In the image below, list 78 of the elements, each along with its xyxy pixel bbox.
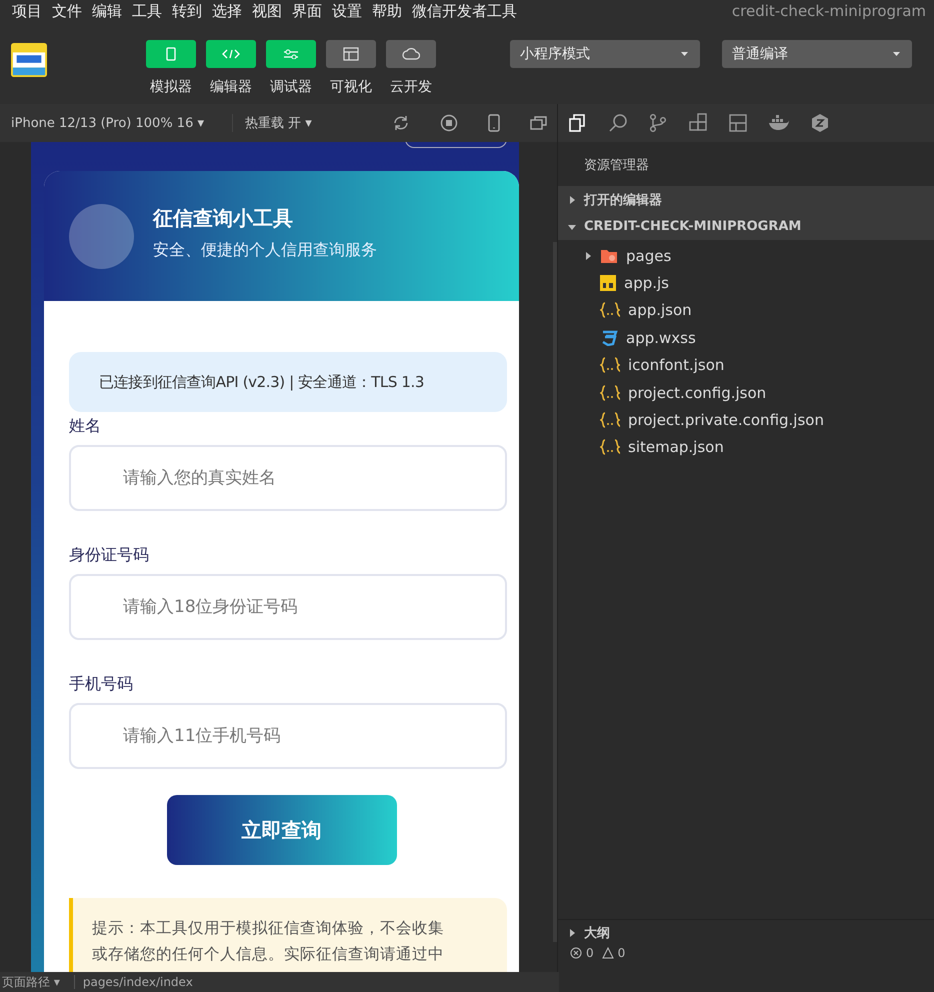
toolbar-label: 可视化: [330, 78, 372, 96]
caret-icon: [893, 52, 900, 56]
phone-icon[interactable]: [488, 114, 500, 132]
field-label: 姓名: [69, 416, 102, 437]
blocks-icon[interactable]: [688, 113, 708, 133]
file-item[interactable]: pages: [558, 242, 934, 270]
menu-item[interactable]: 编辑: [92, 2, 122, 20]
file-item[interactable]: project.private.config.json: [558, 406, 934, 434]
window-title: credit-check-miniprogram: [732, 2, 926, 20]
app-logo-icon: [11, 42, 47, 78]
toolbar-label: 云开发: [390, 78, 432, 96]
menu-item[interactable]: 微信开发者工具: [412, 2, 517, 20]
braces-icon: [600, 439, 620, 456]
braces-icon: [600, 412, 620, 428]
device-selector[interactable]: iPhone 12/13 (Pro) 100% 16 ▾: [11, 116, 204, 130]
error-count: 0: [586, 946, 594, 960]
menu-item[interactable]: 帮助: [372, 2, 402, 20]
whale-icon[interactable]: [768, 114, 790, 132]
input-field[interactable]: 请输入11位手机号码: [69, 703, 507, 769]
storage-icon[interactable]: [728, 113, 748, 133]
app-title: 征信查询小工具: [153, 205, 294, 232]
page-path-selector[interactable]: 页面路径 ▾: [2, 974, 60, 990]
section-header[interactable]: 大纲: [558, 919, 934, 946]
menu-item[interactable]: 转到: [172, 2, 202, 20]
braces-icon: [600, 302, 620, 318]
branch-icon[interactable]: [648, 113, 668, 133]
warning-count: 0: [618, 946, 626, 960]
braces-icon: [600, 384, 620, 401]
layout-icon: [343, 47, 359, 61]
error-icon: [570, 947, 582, 959]
file-item[interactable]: app.json: [558, 296, 934, 324]
submit-button[interactable]: 立即查询: [166, 795, 396, 865]
file-item[interactable]: app.wxss: [558, 324, 934, 352]
toolbar-button[interactable]: [326, 40, 376, 68]
section-header[interactable]: 打开的编辑器: [558, 186, 934, 213]
input-field[interactable]: 请输入18位身份证号码: [69, 574, 507, 640]
file-item[interactable]: project.config.json: [558, 378, 934, 406]
braces-icon: [600, 357, 620, 374]
css-file-icon: [600, 330, 618, 346]
field-label: 手机号码: [69, 674, 134, 695]
warning-icon: [602, 947, 614, 959]
folder-icon: [600, 248, 618, 264]
toolbar-label: 模拟器: [150, 78, 192, 96]
menu-item[interactable]: 选择: [212, 2, 242, 20]
js-file-icon: [600, 275, 616, 292]
connection-status: 已连接到征信查询API (v2.3) | 安全通道：TLS 1.3: [69, 352, 507, 412]
windows-icon[interactable]: [530, 115, 548, 131]
field-label: 身份证号码: [69, 545, 150, 566]
file-item[interactable]: sitemap.json: [558, 434, 934, 462]
menu-item[interactable]: 项目: [12, 2, 42, 20]
menu-item[interactable]: 视图: [252, 2, 282, 20]
page-path: pages/index/index: [74, 975, 193, 989]
mode-dropdown[interactable]: 小程序模式: [510, 40, 700, 68]
refresh-icon[interactable]: [392, 114, 410, 132]
menu-item[interactable]: 界面: [292, 2, 322, 20]
app-subtitle: 安全、便捷的个人信用查询服务: [153, 240, 377, 261]
mode-dropdown[interactable]: 普通编译: [722, 40, 912, 68]
section-header[interactable]: CREDIT-CHECK-MINIPROGRAM: [558, 213, 934, 240]
files-icon[interactable]: [568, 113, 588, 133]
phone-icon: [166, 47, 176, 61]
input-field[interactable]: 请输入您的真实姓名: [69, 445, 507, 511]
caret-icon: [681, 52, 688, 56]
toolbar-button[interactable]: [386, 40, 436, 68]
menu-item[interactable]: 设置: [332, 2, 362, 20]
stop-icon[interactable]: [440, 114, 458, 132]
toolbar-label: 调试器: [270, 78, 312, 96]
file-item[interactable]: iconfont.json: [558, 352, 934, 379]
search-icon[interactable]: [608, 113, 628, 133]
code-icon: [222, 49, 240, 59]
menu-item[interactable]: 文件: [52, 2, 82, 20]
file-item[interactable]: app.js: [558, 269, 934, 297]
hot-reload-toggle[interactable]: 热重载 开 ▾: [232, 114, 312, 132]
cloud-icon: [402, 48, 420, 60]
hexagon-icon[interactable]: [810, 113, 830, 133]
panel-title: 资源管理器: [583, 157, 650, 175]
toolbar-label: 编辑器: [210, 78, 252, 96]
sliders-icon: [283, 49, 299, 59]
menu-item[interactable]: 工具: [132, 2, 162, 20]
